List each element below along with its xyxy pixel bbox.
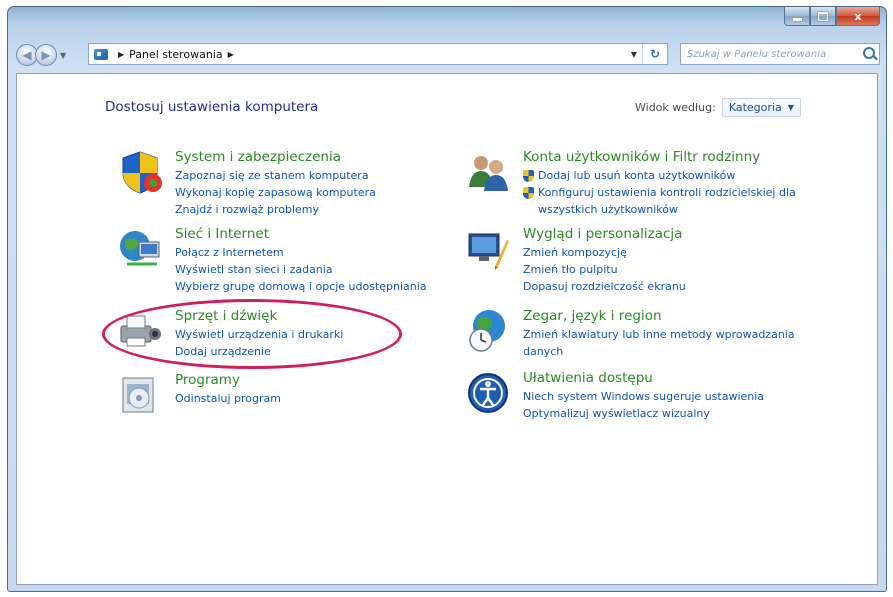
refresh-icon[interactable]: ↻ bbox=[642, 44, 667, 64]
address-actions: ▼ ↻ bbox=[626, 44, 667, 64]
link-check-status[interactable]: Zapoznaj się ze stanem komputera bbox=[175, 167, 376, 184]
page-title: Dostosuj ustawienia komputera bbox=[105, 99, 319, 115]
link-change-keyboards[interactable]: Zmień klawiatury lub inne metody wprowad… bbox=[523, 326, 795, 343]
link-connect-internet[interactable]: Połącz z Internetem bbox=[175, 244, 427, 261]
content-area: Dostosuj ustawienia komputera Widok wedł… bbox=[16, 73, 878, 585]
chevron-down-icon: ▼ bbox=[787, 103, 794, 112]
category-title[interactable]: Programy bbox=[175, 372, 240, 388]
search-box[interactable]: Szukaj w Panelu sterowania bbox=[680, 43, 880, 65]
control-panel-icon bbox=[94, 48, 108, 60]
clock-globe-icon bbox=[469, 310, 505, 352]
link-row: Konfiguruj ustawienia kontroli rodziciel… bbox=[523, 184, 796, 201]
view-by-value: Kategoria bbox=[728, 101, 782, 114]
link-homegroup[interactable]: Wybierz grupę domową i opcje udostępnian… bbox=[175, 278, 427, 295]
close-icon: x bbox=[854, 9, 862, 23]
users-icon bbox=[469, 156, 508, 191]
link-troubleshoot[interactable]: Znajdź i rozwiąż problemy bbox=[175, 201, 376, 218]
control-panel-window: x ◀ ▶ ▼ ▶ Panel sterowania ▶ ▼ ↻ Szukaj … bbox=[7, 6, 887, 592]
category-title[interactable]: Ułatwienia dostępu bbox=[523, 370, 653, 386]
category-title[interactable]: System i zabezpieczenia bbox=[175, 149, 341, 165]
search-icon[interactable] bbox=[863, 47, 875, 59]
forward-button[interactable]: ▶ bbox=[35, 44, 57, 66]
link-optimize-display[interactable]: Optymalizuj wyświetlacz wizualny bbox=[523, 405, 764, 422]
link-backup[interactable]: Wykonaj kopię zapasową komputera bbox=[175, 184, 376, 201]
minimize-icon bbox=[792, 17, 802, 21]
back-arrow-icon: ◀ bbox=[22, 48, 32, 62]
programs-box-icon bbox=[122, 377, 154, 413]
history-dropdown-icon[interactable]: ▼ bbox=[60, 51, 66, 60]
link-change-background[interactable]: Zmień tło pulpitu bbox=[523, 261, 686, 278]
link-parental-controls[interactable]: Konfiguruj ustawienia kontroli rodziciel… bbox=[538, 184, 796, 201]
link-change-keyboards-cont[interactable]: danych bbox=[523, 343, 795, 360]
caption-buttons: x bbox=[784, 7, 880, 26]
navigation-bar: ◀ ▶ ▼ ▶ Panel sterowania ▶ ▼ ↻ Szukaj w … bbox=[16, 42, 880, 68]
shield-flag-icon bbox=[122, 151, 162, 194]
link-parental-controls-cont[interactable]: wszystkich użytkowników bbox=[523, 201, 796, 218]
maximize-button[interactable] bbox=[810, 7, 836, 26]
view-by-label: Widok według: bbox=[635, 101, 716, 114]
address-dropdown-icon[interactable]: ▼ bbox=[626, 50, 642, 59]
category-title[interactable]: Sieć i Internet bbox=[175, 226, 269, 242]
link-change-theme[interactable]: Zmień kompozycję bbox=[523, 244, 686, 261]
link-add-remove-accounts[interactable]: Dodaj lub usuń konta użytkowników bbox=[538, 167, 735, 184]
link-row: Dodaj lub usuń konta użytkowników bbox=[523, 167, 796, 184]
category-title[interactable]: Zegar, język i region bbox=[523, 308, 662, 324]
uac-shield-icon bbox=[523, 186, 534, 199]
link-adjust-resolution[interactable]: Dopasuj rozdzielczość ekranu bbox=[523, 278, 686, 295]
highlight-ellipse bbox=[102, 299, 402, 369]
breadcrumb-control-panel[interactable]: Panel sterowania bbox=[129, 48, 223, 61]
maximize-icon bbox=[818, 11, 828, 21]
monitor-paint-icon bbox=[468, 233, 509, 270]
network-globe-icon bbox=[120, 231, 160, 266]
close-button[interactable]: x bbox=[836, 7, 880, 26]
minimize-button[interactable] bbox=[784, 7, 810, 26]
forward-arrow-icon: ▶ bbox=[41, 48, 51, 62]
address-bar[interactable]: ▶ Panel sterowania ▶ ▼ ↻ bbox=[88, 43, 668, 65]
view-by: Widok według: Kategoria ▼ bbox=[635, 98, 801, 117]
view-by-dropdown[interactable]: Kategoria ▼ bbox=[721, 98, 801, 117]
breadcrumb-chevron-icon[interactable]: ▶ bbox=[228, 50, 234, 59]
uac-shield-icon bbox=[523, 169, 534, 182]
link-network-status[interactable]: Wyświetl stan sieci i zadania bbox=[175, 261, 427, 278]
link-windows-suggest[interactable]: Niech system Windows sugeruje ustawienia bbox=[523, 388, 764, 405]
search-placeholder: Szukaj w Panelu sterowania bbox=[687, 48, 827, 60]
category-title[interactable]: Konta użytkowników i Filtr rodzinny bbox=[523, 149, 760, 165]
link-uninstall-program[interactable]: Odinstaluj program bbox=[175, 390, 281, 407]
breadcrumb-chevron-icon[interactable]: ▶ bbox=[118, 50, 124, 59]
category-title[interactable]: Wygląd i personalizacja bbox=[523, 226, 682, 242]
accessibility-icon bbox=[468, 373, 508, 413]
